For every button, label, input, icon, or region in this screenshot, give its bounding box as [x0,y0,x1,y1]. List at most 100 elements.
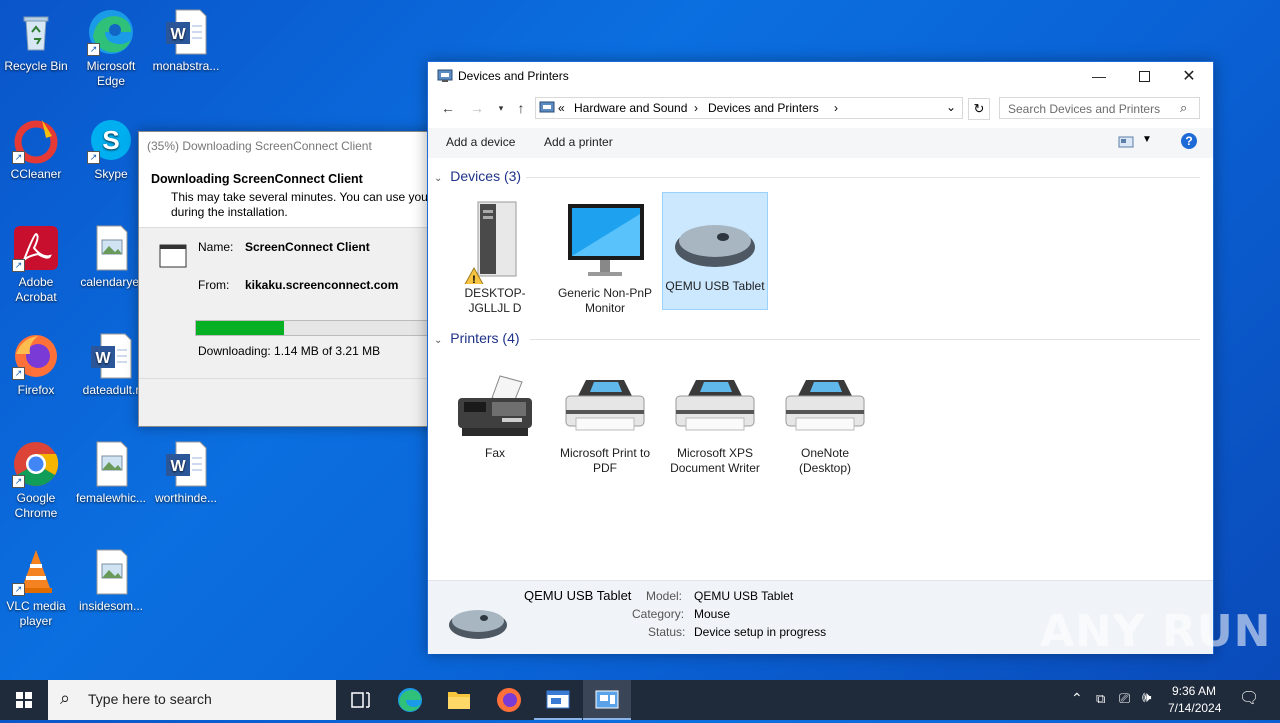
volume-icon[interactable]: 🕪 [1142,689,1151,706]
close-icon: ✕ [1182,68,1196,85]
desktop-icon-label: dateadult.r [82,383,140,397]
printers-group-header[interactable]: ⌄ Printers (4) [434,330,1204,346]
meet-now-icon[interactable]: ⧉ [1096,691,1105,707]
name-label: Name: [198,240,234,254]
notifications-icon[interactable]: 🗨 [1239,688,1259,708]
window-title: Devices and Printers [458,69,569,83]
download-dialog: (35%) Downloading ScreenConnect Client D… [138,131,440,427]
clock-date[interactable]: 7/14/2024 [1168,701,1221,715]
taskbar-screenconnect-button[interactable] [534,680,582,720]
mouse-icon [673,215,757,275]
printer-item[interactable]: Microsoft Print to PDF [553,364,657,484]
chevron-down-icon: ⌄ [434,173,443,184]
desktop-icon-image-file[interactable]: insidesom... [75,548,147,614]
taskbar-search-input[interactable]: Type here to search [88,691,212,707]
details-device-name: QEMU USB Tablet [524,588,632,603]
desktop-icon-word-doc[interactable]: W dateadult.r [75,332,147,398]
svg-text:S: S [102,125,119,155]
breadcrumb-separator[interactable]: › [694,101,698,115]
desktop-icon-acrobat[interactable]: ↗ Adobe Acrobat [0,224,72,305]
desktop-icon-recycle-bin[interactable]: Recycle Bin [0,8,72,74]
back-arrow-icon: ← [441,100,455,116]
shortcut-arrow-icon: ↗ [12,259,25,272]
desktop-icon-ccleaner[interactable]: ↗ CCleaner [0,116,72,182]
printer-item[interactable]: OneNote (Desktop) [773,364,877,484]
download-dialog-title[interactable]: (35%) Downloading ScreenConnect Client [139,132,439,162]
up-arrow-icon: ↑ [517,100,525,116]
taskbar-edge-button[interactable] [386,680,434,720]
search-box[interactable]: Search Devices and Printers ⌕ [999,97,1200,119]
task-view-icon [351,692,370,708]
recent-locations-button[interactable]: ▾ [491,98,511,118]
printer-icon [782,372,868,442]
breadcrumb-devices-and-printers[interactable]: Devices and Printers [708,101,819,115]
shortcut-arrow-icon: ↗ [12,475,25,488]
details-status-label: Status: [648,625,686,639]
desktop-icon-edge[interactable]: ↗ Microsoft Edge [75,8,147,89]
printer-item[interactable]: Fax [443,364,547,484]
desktop-icon-skype[interactable]: S ↗ Skype [75,116,147,182]
device-item-selected[interactable]: QEMU USB Tablet [662,192,768,310]
taskbar-devices-printers-button[interactable] [583,680,631,720]
details-model-value: QEMU USB Tablet [694,589,794,603]
maximize-button[interactable] [1121,62,1167,91]
add-device-button[interactable]: Add a device [446,135,515,149]
refresh-button[interactable]: ↻ [968,98,990,120]
breadcrumb-separator[interactable]: › [834,101,838,115]
desktop-icon-label: Skype [94,167,128,181]
device-item[interactable]: ! DESKTOP-JGLLJL D [443,194,547,315]
address-bar[interactable]: « Hardware and Sound › Devices and Print… [535,97,963,119]
add-printer-button[interactable]: Add a printer [544,135,613,149]
skype-icon: S ↗ [87,116,135,164]
close-button[interactable]: ✕ [1166,62,1212,91]
svg-text:!: ! [472,274,476,284]
desktop-icon-firefox[interactable]: ↗ Firefox [0,332,72,398]
printer-label: OneNote (Desktop) [798,446,851,475]
device-item[interactable]: Generic Non-PnP Monitor [553,194,657,315]
recycle-bin-icon [12,8,60,56]
more-options-chevron-down-icon[interactable]: ▼ [1142,134,1152,145]
edge-icon [398,688,422,712]
clock-time[interactable]: 9:36 AM [1172,684,1216,698]
desktop-icon-chrome[interactable]: ↗ Google Chrome [0,440,72,521]
desktop-icon-label: monabstra... [152,59,220,73]
breadcrumb-overflow[interactable]: « [558,101,565,115]
up-button[interactable]: ↑ [511,98,531,118]
shortcut-arrow-icon: ↗ [12,367,25,380]
network-icon[interactable]: ⎚ [1119,690,1130,707]
search-input[interactable]: Search Devices and Printers [1008,102,1160,116]
back-button[interactable]: ← [438,98,458,118]
address-dropdown-icon[interactable]: ⌄ [946,100,956,114]
desktop-icon-vlc[interactable]: ↗ VLC media player [0,548,72,629]
window-titlebar[interactable]: Devices and Printers — ✕ [428,62,1213,91]
start-button[interactable] [0,680,48,720]
taskbar-firefox-button[interactable] [485,680,533,720]
forward-button[interactable]: → [467,98,487,118]
details-category-value: Mouse [694,607,731,621]
acrobat-icon: ↗ [12,224,60,272]
help-icon[interactable]: ? [1181,133,1197,149]
command-bar: Add a device Add a printer ▼ ? [428,128,1213,158]
desktop-icon-word-doc[interactable]: W monabstra... [150,8,222,74]
refresh-icon: ↻ [973,101,985,116]
printer-item[interactable]: Microsoft XPS Document Writer [663,364,767,484]
taskbar-search-box[interactable]: ⌕ Type here to search [48,680,336,720]
device-label: DESKTOP-JGLLJL D [464,286,526,315]
show-hidden-icons-chevron-up-icon[interactable]: ⌃ [1071,690,1083,707]
fax-icon [452,372,538,442]
task-view-button[interactable] [336,680,384,720]
taskbar-file-explorer-button[interactable] [435,680,483,720]
devices-printers-icon [595,690,619,709]
from-value: kikaku.screenconnect.com [245,278,399,292]
forward-arrow-icon: → [470,100,484,116]
desktop-icon-image-file[interactable]: calendaryel [75,224,147,290]
minimize-button[interactable]: — [1076,62,1122,91]
word-document-icon: W [162,8,210,56]
svg-text:W: W [170,26,186,43]
breadcrumb-hardware-and-sound[interactable]: Hardware and Sound [574,101,687,115]
devices-group-header[interactable]: ⌄ Devices (3) [434,168,1204,184]
desktop-icon-image-file[interactable]: femalewhic... [75,440,147,506]
desktop-icon-word-doc[interactable]: W worthinde... [150,440,222,506]
group-divider [526,177,1200,178]
change-view-icon[interactable] [1118,135,1134,152]
